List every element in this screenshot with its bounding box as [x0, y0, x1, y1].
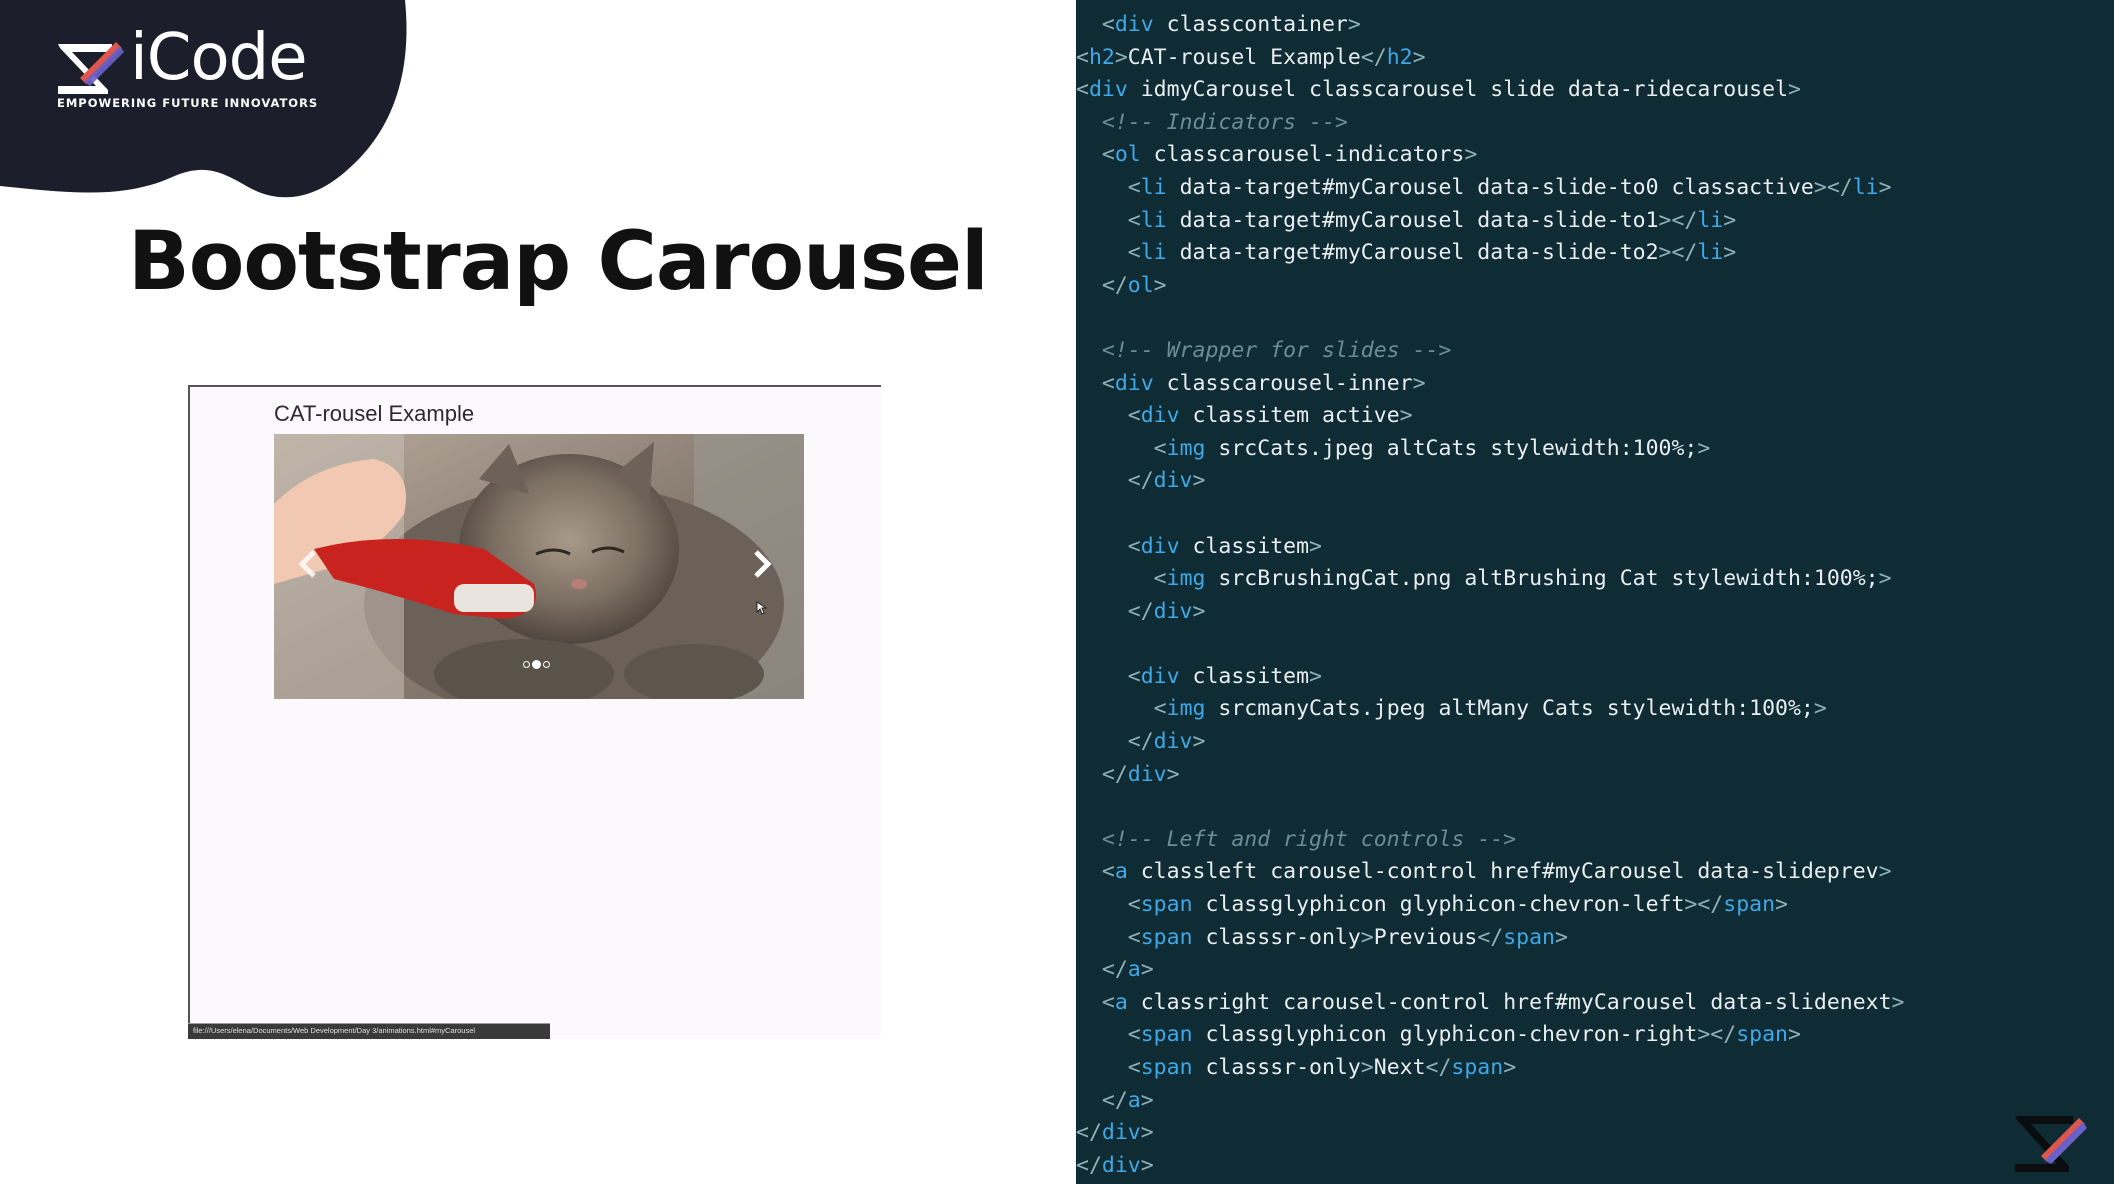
carousel-prev-chevron-icon[interactable]: [292, 544, 326, 584]
code-line: <div idmyCarousel classcarousel slide da…: [1076, 77, 1801, 103]
code-line: </div>: [1127, 598, 1206, 624]
code-line: </div>: [1101, 761, 1180, 787]
code-line: <h2>CAT-rousel Example</h2>: [1076, 44, 1426, 70]
code-line: <li data-target#myCarousel data-slide-to…: [1127, 174, 1892, 200]
status-url: file:///Users/elena/Documents/Web Develo…: [193, 1026, 476, 1035]
icode-logo-icon: [58, 42, 124, 94]
carousel-indicator[interactable]: [543, 661, 550, 668]
code-panel: <div classcontainer> <h2>CAT-rousel Examp…: [1076, 0, 2114, 1184]
code-line: </a>: [1101, 1087, 1154, 1113]
code-line: <a classright carousel-control href#myCa…: [1101, 989, 1905, 1015]
code-line: <img srcCats.jpeg altCats stylewidth:100…: [1153, 435, 1711, 461]
slide-title: Bootstrap Carousel: [128, 215, 989, 309]
carousel-slide-image: [274, 434, 804, 699]
code-line: <li data-target#myCarousel data-slide-to…: [1127, 207, 1737, 233]
code-line: </div>: [1127, 468, 1206, 494]
code-line: <span classsr-only>Next</span>: [1127, 1055, 1517, 1080]
carousel-indicator[interactable]: [523, 661, 530, 668]
code-line: <span classglyphicon glyphicon-chevron-r…: [1127, 1022, 1801, 1048]
browser-status-bar: file:///Users/elena/Documents/Web Develo…: [188, 1023, 550, 1039]
page-heading: CAT-rousel Example: [274, 401, 475, 426]
carousel-next-chevron-icon[interactable]: [744, 544, 778, 584]
browser-preview: CAT-rousel Example file:///Users/elena/D…: [188, 385, 881, 1039]
code-line: </div>: [1076, 1120, 1154, 1146]
code-line: <div classitem>: [1127, 663, 1322, 689]
code-line: <span classglyphicon glyphicon-chevron-l…: [1127, 892, 1788, 918]
code-line: <li data-target#myCarousel data-slide-to…: [1127, 240, 1737, 266]
code-line: </div>: [1076, 1152, 1154, 1178]
code-line: <!-- Indicators -->: [1101, 109, 1348, 135]
code-line: <span classsr-only>Previous</span>: [1127, 924, 1568, 950]
code-line: </a>: [1101, 957, 1154, 983]
code-line: <div classcontainer>: [1101, 12, 1361, 37]
code-line: <img srcBrushingCat.png altBrushing Cat …: [1153, 566, 1892, 592]
code-line: </div>: [1127, 729, 1206, 755]
logo-tagline: EMPOWERING FUTURE INNOVATORS: [57, 96, 319, 110]
code-line: <div classcarousel-inner>: [1101, 370, 1426, 396]
code-line: <!-- Wrapper for slides -->: [1101, 337, 1452, 363]
code-block: <div classcontainer> <h2>CAT-rousel Examp…: [1076, 9, 1905, 1182]
carousel[interactable]: [274, 434, 804, 699]
code-line: <div classitem>: [1127, 533, 1322, 559]
code-line: <!-- Left and right controls -->: [1101, 826, 1517, 852]
carousel-indicator-active[interactable]: [532, 660, 541, 669]
carousel-indicators: [523, 660, 550, 669]
code-line: <img srcmanyCats.jpeg altMany Cats style…: [1153, 696, 1827, 722]
logo-wordmark: iCode: [130, 21, 308, 95]
code-line: </ol>: [1101, 272, 1167, 298]
slide-area: iCode EMPOWERING FUTURE INNOVATORS Boots…: [0, 0, 1076, 1184]
code-line: <ol classcarousel-indicators>: [1101, 142, 1478, 168]
code-line: <a classleft carousel-control href#myCar…: [1101, 859, 1892, 885]
code-line: <div classitem active>: [1127, 403, 1413, 429]
mouse-cursor-icon: [756, 601, 767, 615]
icode-corner-logo-icon: [2015, 1116, 2087, 1172]
